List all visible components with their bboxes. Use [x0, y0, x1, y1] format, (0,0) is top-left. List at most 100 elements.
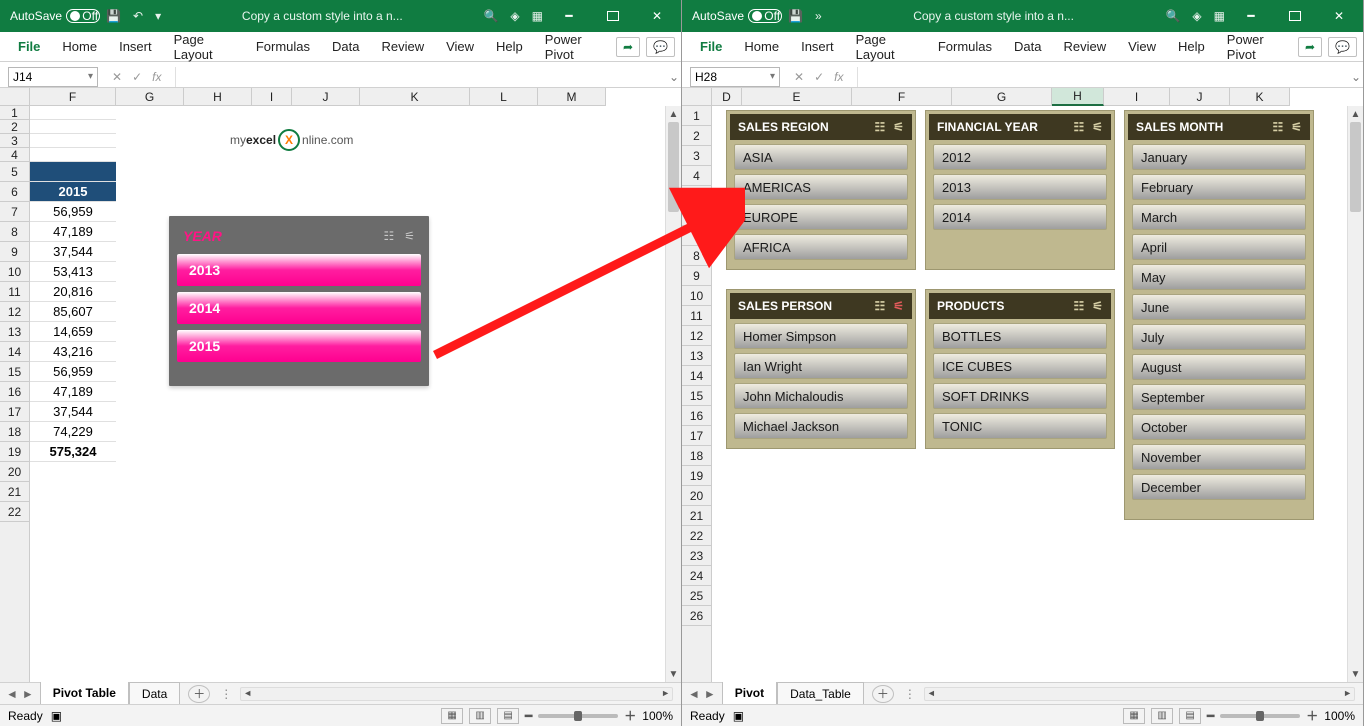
- slicer-region[interactable]: SALES REGION☷⚟ASIAAMERICASEUROPEAFRICA: [726, 110, 916, 270]
- share-button[interactable]: ➦: [1298, 37, 1322, 57]
- row-header[interactable]: 19: [0, 442, 29, 462]
- slicer-item[interactable]: John Michaloudis: [734, 383, 908, 409]
- multiselect-icon[interactable]: ☷: [1073, 120, 1084, 134]
- slicer-item[interactable]: 2013: [933, 174, 1107, 200]
- row-header[interactable]: 7: [682, 226, 711, 246]
- zoom-in-button[interactable]: ＋: [624, 707, 636, 724]
- slicer-item[interactable]: 2012: [933, 144, 1107, 170]
- search-icon[interactable]: 🔍: [483, 9, 498, 23]
- worksheet-grid[interactable]: SALES REGION☷⚟ASIAAMERICASEUROPEAFRICAFI…: [712, 106, 1347, 682]
- zoom-slider[interactable]: [538, 714, 618, 718]
- column-header[interactable]: H: [184, 88, 252, 106]
- slicer-item[interactable]: BOTTLES: [933, 323, 1107, 349]
- close-button[interactable]: ✕: [637, 0, 677, 32]
- row-header[interactable]: 24: [682, 566, 711, 586]
- share-button[interactable]: ➦: [616, 37, 640, 57]
- slicer-item[interactable]: January: [1132, 144, 1306, 170]
- row-header[interactable]: 14: [0, 342, 29, 362]
- grid-icon[interactable]: ▦: [1214, 9, 1225, 23]
- cell[interactable]: 43,216: [30, 342, 116, 362]
- qat-overflow-icon[interactable]: »: [815, 9, 822, 23]
- cancel-icon[interactable]: ✕: [794, 70, 804, 84]
- qat-overflow-icon[interactable]: ▾: [155, 9, 161, 23]
- row-header[interactable]: 8: [682, 246, 711, 266]
- new-sheet-button[interactable]: ＋: [188, 685, 210, 703]
- diamond-icon[interactable]: ◈: [1192, 9, 1201, 23]
- slicer-month[interactable]: SALES MONTH☷⚟JanuaryFebruaryMarchAprilMa…: [1124, 110, 1314, 520]
- cell[interactable]: 47,189: [30, 222, 116, 242]
- formula-input[interactable]: [857, 67, 1349, 87]
- sheet-tab-pivot[interactable]: Pivot: [722, 681, 777, 706]
- chevron-down-icon[interactable]: ▾: [88, 71, 93, 82]
- row-header[interactable]: 11: [682, 306, 711, 326]
- cell[interactable]: 575,324: [30, 442, 116, 462]
- ribbon-tab-insert[interactable]: Insert: [111, 33, 160, 60]
- slicer-finyear[interactable]: FINANCIAL YEAR☷⚟201220132014: [925, 110, 1115, 270]
- clear-filter-icon[interactable]: ⚟: [1291, 120, 1302, 134]
- worksheet-grid[interactable]: 201556,95947,18937,54453,41320,81685,607…: [30, 106, 665, 682]
- zoom-out-button[interactable]: ━: [525, 709, 532, 723]
- slicer-item[interactable]: March: [1132, 204, 1306, 230]
- ribbon-tab-data[interactable]: Data: [1006, 33, 1049, 60]
- zoom-level[interactable]: 100%: [1324, 709, 1355, 723]
- row-header[interactable]: 22: [682, 526, 711, 546]
- search-icon[interactable]: 🔍: [1165, 9, 1180, 23]
- row-header[interactable]: 15: [682, 386, 711, 406]
- sheet-nav-next[interactable]: ►: [704, 687, 716, 701]
- ribbon-tab-powerpivot[interactable]: Power Pivot: [537, 26, 610, 68]
- column-header[interactable]: F: [30, 88, 116, 106]
- row-header[interactable]: 26: [682, 606, 711, 626]
- row-header[interactable]: 1: [682, 106, 711, 126]
- row-header[interactable]: 18: [0, 422, 29, 442]
- close-button[interactable]: ✕: [1319, 0, 1359, 32]
- slicer-year[interactable]: YEAR ☷⚟ 201320142015: [169, 216, 429, 386]
- row-header[interactable]: 16: [682, 406, 711, 426]
- ribbon-tab-home[interactable]: Home: [736, 33, 787, 60]
- autosave-control[interactable]: AutoSave Off: [692, 9, 782, 23]
- row-header[interactable]: 13: [0, 322, 29, 342]
- slicer-item[interactable]: AFRICA: [734, 234, 908, 260]
- sheet-tab-datatable[interactable]: Data_Table: [777, 682, 864, 705]
- cell[interactable]: 56,959: [30, 362, 116, 382]
- ribbon-tab-formulas[interactable]: Formulas: [930, 33, 1000, 60]
- multiselect-icon[interactable]: ☷: [1073, 299, 1084, 313]
- row-header[interactable]: 2: [682, 126, 711, 146]
- column-header[interactable]: I: [252, 88, 292, 106]
- ribbon-tab-help[interactable]: Help: [1170, 33, 1213, 60]
- slicer-item[interactable]: August: [1132, 354, 1306, 380]
- row-header[interactable]: 19: [682, 466, 711, 486]
- multiselect-icon[interactable]: ☷: [874, 120, 885, 134]
- clear-filter-icon[interactable]: ⚟: [893, 299, 904, 313]
- row-header[interactable]: 20: [0, 462, 29, 482]
- slicer-product[interactable]: PRODUCTS☷⚟BOTTLESICE CUBESSOFT DRINKSTON…: [925, 289, 1115, 449]
- clear-filter-icon[interactable]: ⚟: [1092, 299, 1103, 313]
- clear-filter-icon[interactable]: ⚟: [1092, 120, 1103, 134]
- cell[interactable]: 74,229: [30, 422, 116, 442]
- name-box[interactable]: H28 ▾: [690, 67, 780, 87]
- column-header[interactable]: K: [360, 88, 470, 106]
- row-header[interactable]: 9: [682, 266, 711, 286]
- column-header[interactable]: D: [712, 88, 742, 106]
- save-icon[interactable]: 💾: [106, 9, 121, 23]
- layout-view-button[interactable]: ▥: [1151, 708, 1173, 724]
- row-header[interactable]: 12: [0, 302, 29, 322]
- slicer-item[interactable]: Michael Jackson: [734, 413, 908, 439]
- cell[interactable]: [30, 148, 116, 162]
- vertical-scrollbar[interactable]: ▲▼: [1347, 106, 1363, 682]
- save-icon[interactable]: 💾: [788, 9, 803, 23]
- row-header[interactable]: 8: [0, 222, 29, 242]
- column-header[interactable]: L: [470, 88, 538, 106]
- column-header[interactable]: G: [116, 88, 184, 106]
- cell[interactable]: [30, 134, 116, 148]
- ribbon-tab-insert[interactable]: Insert: [793, 33, 842, 60]
- fx-label[interactable]: fx: [834, 70, 843, 84]
- slicer-item[interactable]: Ian Wright: [734, 353, 908, 379]
- cell[interactable]: 2015: [30, 182, 116, 202]
- comments-button[interactable]: 💬: [646, 37, 675, 57]
- comments-button[interactable]: 💬: [1328, 37, 1357, 57]
- column-header[interactable]: K: [1230, 88, 1290, 106]
- zoom-level[interactable]: 100%: [642, 709, 673, 723]
- column-header[interactable]: I: [1104, 88, 1170, 106]
- row-header[interactable]: 17: [0, 402, 29, 422]
- zoom-in-button[interactable]: ＋: [1306, 707, 1318, 724]
